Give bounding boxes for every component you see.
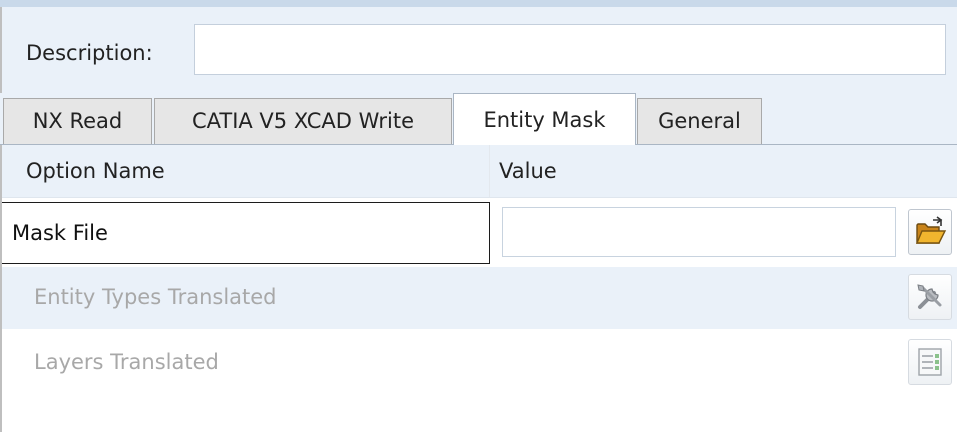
option-name-layers: Layers Translated: [34, 350, 219, 374]
option-row-entity-types: Entity Types Translated: [2, 267, 957, 329]
layers-list-icon: [918, 348, 942, 376]
tab-general[interactable]: General: [637, 98, 762, 144]
column-header-value[interactable]: Value: [499, 159, 557, 183]
tab-strip: NX Read CATIA V5 XCAD Write Entity Mask …: [0, 93, 957, 145]
tab-catia-v5-xcad-write[interactable]: CATIA V5 XCAD Write: [154, 98, 452, 144]
option-name-entity-types: Entity Types Translated: [34, 285, 277, 309]
option-name-cell-focused[interactable]: Mask File: [2, 202, 490, 264]
tab-entity-mask[interactable]: Entity Mask: [453, 93, 636, 145]
options-table-header: Option Name Value: [2, 145, 957, 198]
tab-nx-read[interactable]: NX Read: [3, 98, 152, 144]
mask-file-value-input[interactable]: [502, 207, 896, 257]
option-name-mask-file: Mask File: [12, 221, 108, 245]
layers-settings-button[interactable]: [908, 339, 952, 385]
folder-open-icon: [915, 216, 947, 244]
description-panel: Description:: [2, 7, 957, 93]
entity-types-settings-button[interactable]: [908, 274, 952, 320]
column-separator: [489, 145, 490, 197]
window-top-border: [0, 0, 957, 7]
column-header-option-name[interactable]: Option Name: [26, 159, 165, 183]
tools-icon: [917, 284, 942, 309]
description-label: Description:: [26, 41, 153, 65]
option-row-layers: Layers Translated: [2, 332, 957, 394]
option-row-mask-file[interactable]: Mask File: [2, 202, 957, 264]
browse-mask-file-button[interactable]: [908, 209, 952, 255]
description-input[interactable]: [194, 24, 946, 75]
